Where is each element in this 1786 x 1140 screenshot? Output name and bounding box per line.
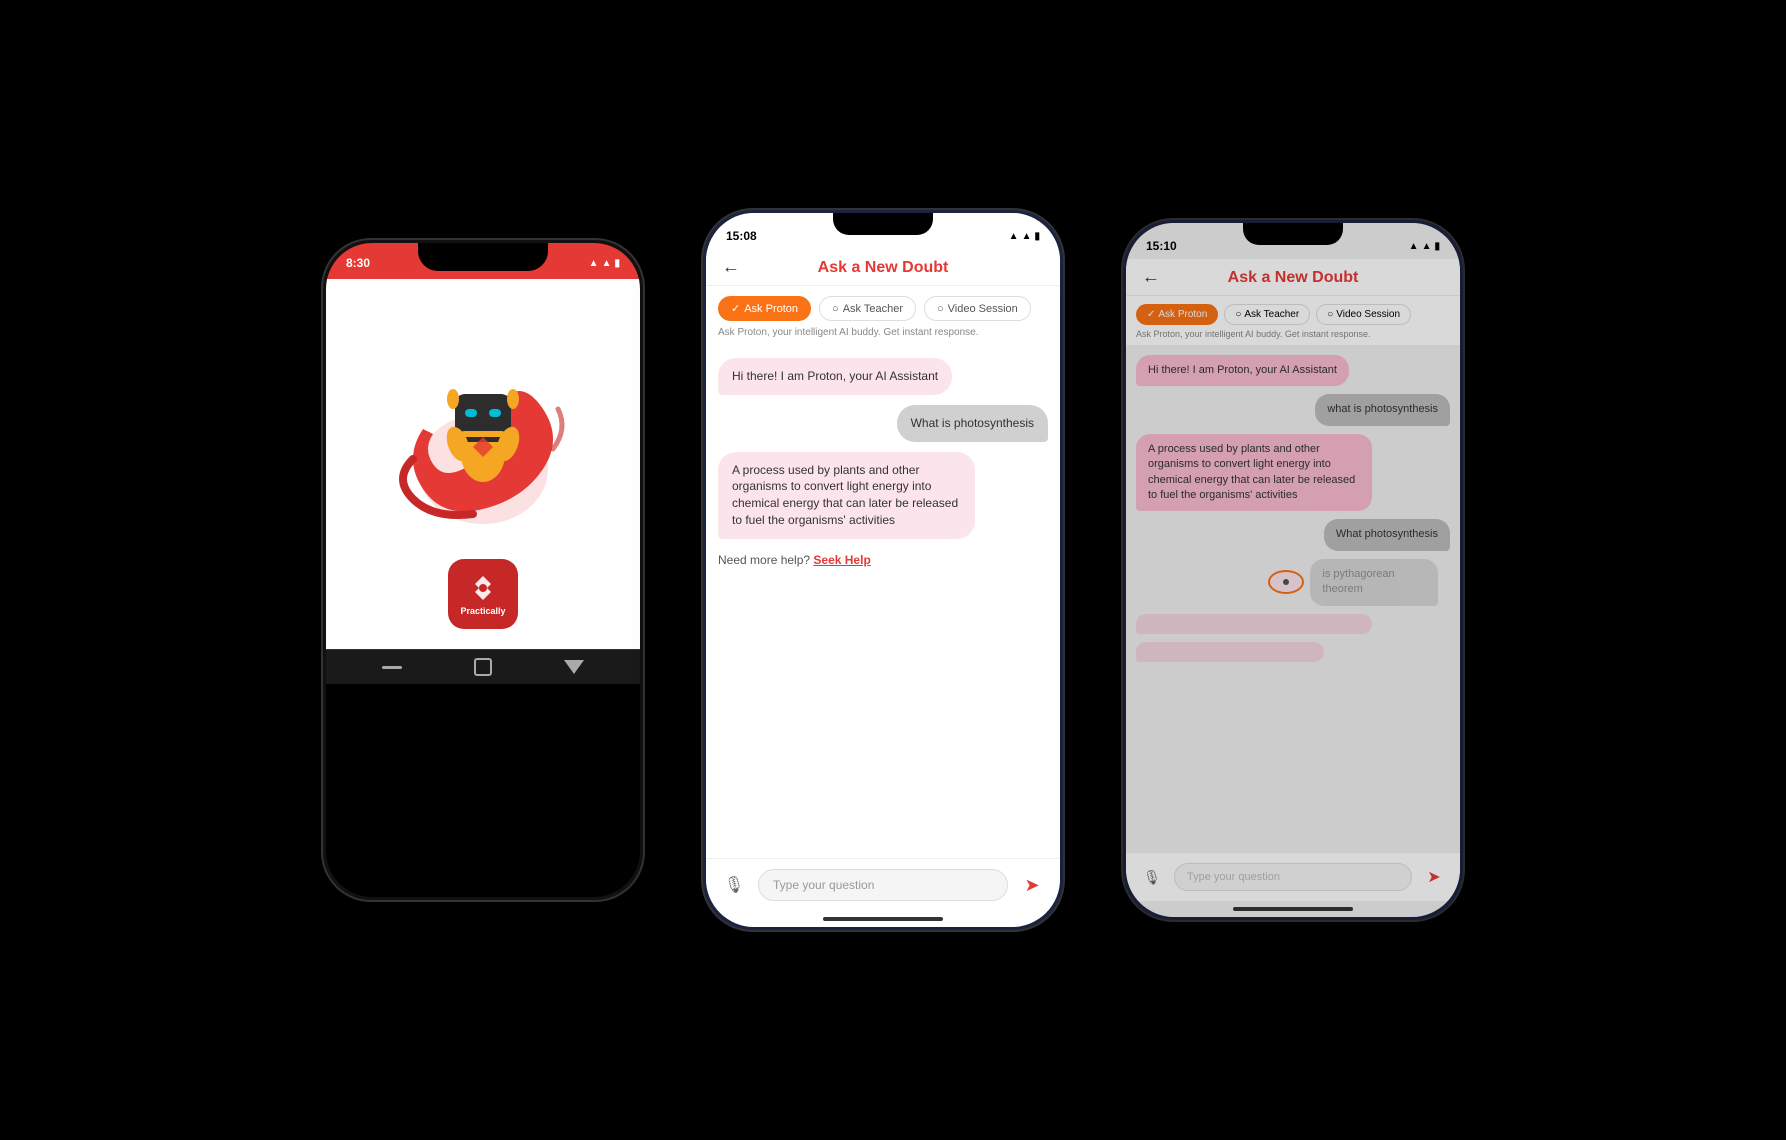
notch-middle xyxy=(833,213,933,235)
signal-icon: ▲ xyxy=(589,258,599,269)
input-field-middle[interactable]: Type your question xyxy=(758,869,1008,901)
notch-left xyxy=(418,243,548,271)
r-message-faded-1 xyxy=(1136,614,1372,634)
robot-container xyxy=(393,299,573,529)
time-middle: 15:08 xyxy=(726,229,757,243)
tab-label-teacher-r: Ask Teacher xyxy=(1244,309,1299,320)
header-title-right: Ask a New Doubt xyxy=(1228,269,1359,286)
r-message-typing: is pythagorean theorem xyxy=(1310,559,1437,606)
status-icons-left: ▲ ▲ ▮ xyxy=(589,258,620,269)
check-icon: ✓ xyxy=(731,302,740,315)
message-3-left: A process used by plants and other organ… xyxy=(718,452,975,539)
radio-icon-teacher: ○ xyxy=(832,303,839,315)
seek-help-text: Need more help? Seek Help xyxy=(718,549,1048,571)
tab-video-session[interactable]: ○ Video Session xyxy=(924,296,1031,321)
radio-icon-video-r: ○ xyxy=(1327,309,1333,320)
notch-right xyxy=(1243,223,1343,245)
battery-icon-r: ▮ xyxy=(1434,241,1440,252)
tab-video-session-r[interactable]: ○ Video Session xyxy=(1316,304,1411,325)
tab-label-proton-r: Ask Proton xyxy=(1158,309,1207,320)
nav-menu-icon xyxy=(382,666,402,669)
nav-home-icon xyxy=(474,658,492,676)
chat-body-right: Hi there! I am Proton, your AI Assistant… xyxy=(1126,345,1460,852)
status-icons-right: ▲ ▲ ▮ xyxy=(1409,241,1440,252)
wifi-icon-r: ▲ xyxy=(1422,241,1432,252)
r-message-2: what is photosynthesis xyxy=(1315,394,1450,425)
input-bar-right: 🎙 Type your question ➤ xyxy=(1126,852,1460,901)
battery-icon: ▮ xyxy=(614,258,620,269)
tab-selector-right: ✓ Ask Proton ○ Ask Teacher ○ Video Sessi… xyxy=(1126,296,1460,329)
tab-label-teacher: Ask Teacher xyxy=(843,303,903,315)
send-button-middle[interactable]: ➤ xyxy=(1016,869,1048,901)
r-message-3: A process used by plants and other organ… xyxy=(1136,434,1372,512)
tab-label-video-r: Video Session xyxy=(1336,309,1400,320)
home-bar-middle xyxy=(823,917,943,921)
tab-ask-teacher-r[interactable]: ○ Ask Teacher xyxy=(1224,304,1310,325)
check-icon-r: ✓ xyxy=(1147,309,1155,320)
tab-subtitle-middle: Ask Proton, your intelligent AI buddy. G… xyxy=(706,327,1060,346)
message-2-right: What is photosynthesis xyxy=(897,405,1048,442)
battery-icon-m: ▮ xyxy=(1034,231,1040,242)
phones-container: 8:30 ▲ ▲ ▮ xyxy=(283,170,1503,970)
back-button-middle[interactable]: ← xyxy=(722,257,740,278)
wifi-icon: ▲ xyxy=(602,258,612,269)
tab-selector-middle: ✓ Ask Proton ○ Ask Teacher ○ Video Sessi… xyxy=(706,286,1060,327)
status-icons-middle: ▲ ▲ ▮ xyxy=(1009,231,1040,242)
location-icon: ▲ xyxy=(1009,231,1019,242)
r-message-faded-2 xyxy=(1136,642,1324,662)
back-button-right[interactable]: ← xyxy=(1142,267,1160,288)
mic-button-right[interactable]: 🎙 xyxy=(1136,861,1168,893)
message-1-left: Hi there! I am Proton, your AI Assistant xyxy=(718,358,952,395)
home-bar-right xyxy=(1233,907,1353,911)
wifi-icon-m: ▲ xyxy=(1022,231,1032,242)
typing-bubble xyxy=(1268,570,1304,594)
logo-icon xyxy=(467,572,499,604)
radio-icon-teacher-r: ○ xyxy=(1235,309,1241,320)
tab-ask-proton[interactable]: ✓ Ask Proton xyxy=(718,296,811,321)
logo-badge: Practically xyxy=(448,559,518,629)
time-right: 15:10 xyxy=(1146,239,1177,253)
logo-text: Practically xyxy=(460,606,505,616)
input-bar-middle: 🎙 Type your question ➤ xyxy=(706,858,1060,911)
typing-dot xyxy=(1283,579,1289,585)
r-message-1: Hi there! I am Proton, your AI Assistant xyxy=(1136,355,1349,386)
seek-help-label: Need more help? xyxy=(718,553,810,567)
middle-phone: 15:08 ▲ ▲ ▮ ← Ask a New Doubt ✓ Ask Prot… xyxy=(703,210,1063,930)
right-phone: 15:10 ▲ ▲ ▮ ← Ask a New Doubt ✓ Ask Prot… xyxy=(1123,220,1463,920)
mic-button-middle[interactable]: 🎙 xyxy=(718,869,750,901)
bottom-nav-left xyxy=(326,649,640,684)
chat-header-right: ← Ask a New Doubt xyxy=(1126,259,1460,296)
r-message-4: What photosynthesis xyxy=(1324,519,1450,550)
tab-ask-proton-r[interactable]: ✓ Ask Proton xyxy=(1136,304,1218,325)
input-field-right[interactable]: Type your question xyxy=(1174,863,1412,891)
chat-body-middle: Hi there! I am Proton, your AI Assistant… xyxy=(706,346,1060,858)
left-phone-body: Practically xyxy=(326,279,640,649)
left-phone-inner: 8:30 ▲ ▲ ▮ xyxy=(326,243,640,897)
nav-back-icon xyxy=(564,660,584,674)
send-button-right[interactable]: ➤ xyxy=(1418,861,1450,893)
right-phone-inner: 15:10 ▲ ▲ ▮ ← Ask a New Doubt ✓ Ask Prot… xyxy=(1126,223,1460,917)
tab-label-proton: Ask Proton xyxy=(744,303,798,315)
time-left: 8:30 xyxy=(346,256,370,270)
tab-ask-teacher[interactable]: ○ Ask Teacher xyxy=(819,296,916,321)
location-icon-r: ▲ xyxy=(1409,241,1419,252)
header-title-middle: Ask a New Doubt xyxy=(818,259,949,276)
tab-label-video: Video Session xyxy=(948,303,1018,315)
chat-header-middle: ← Ask a New Doubt xyxy=(706,249,1060,286)
middle-phone-inner: 15:08 ▲ ▲ ▮ ← Ask a New Doubt ✓ Ask Prot… xyxy=(706,213,1060,927)
tab-subtitle-right: Ask Proton, your intelligent AI buddy. G… xyxy=(1126,329,1460,345)
robot-svg xyxy=(393,299,573,529)
seek-help-link[interactable]: Seek Help xyxy=(813,553,870,567)
radio-icon-video: ○ xyxy=(937,303,944,315)
typing-indicator: is pythagorean theorem xyxy=(1268,559,1450,606)
left-phone: 8:30 ▲ ▲ ▮ xyxy=(323,240,643,900)
